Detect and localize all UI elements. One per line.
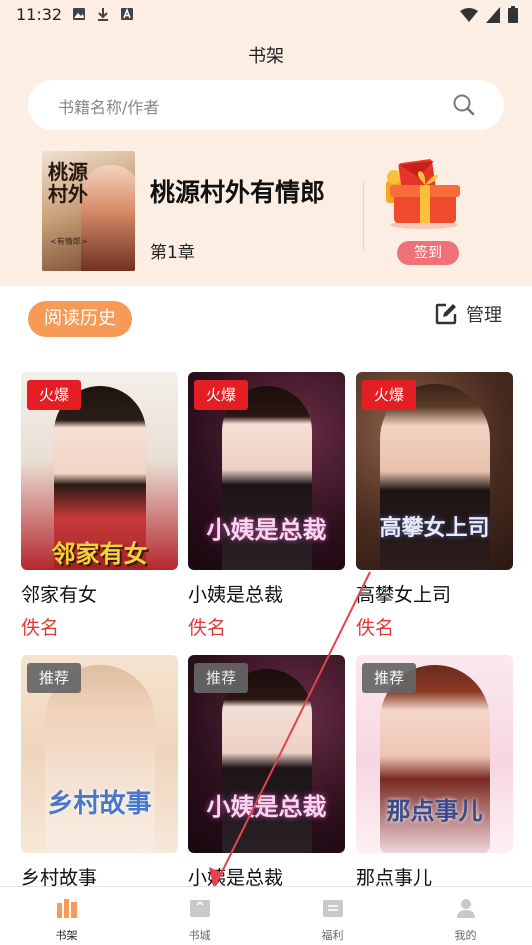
edit-icon xyxy=(435,303,457,325)
book-cover[interactable]: 小姨是总裁 火爆 xyxy=(188,372,345,570)
book-author: 佚名 xyxy=(21,617,60,639)
badge: 推荐 xyxy=(27,663,82,693)
cover-figure xyxy=(221,669,312,853)
cover-title: 小姨是总裁 xyxy=(206,792,327,821)
status-bar: 11:32 xyxy=(0,0,532,30)
page-title: 书架 xyxy=(248,46,284,67)
book-title: 小姨是总裁 xyxy=(188,584,284,606)
book-card[interactable]: 高攀女上司 火爆 高攀女上司 佚名 xyxy=(356,372,513,640)
search-input[interactable]: 书籍名称/作者 xyxy=(28,80,504,130)
tab-label: 福利 xyxy=(321,929,344,942)
cover-title: 那点事儿 xyxy=(386,796,483,825)
current-chapter: 第1章 xyxy=(150,243,195,263)
welfare-icon xyxy=(322,900,343,917)
search-placeholder: 书籍名称/作者 xyxy=(58,98,160,117)
cover-title: 小姨是总裁 xyxy=(206,515,327,544)
status-system-icons xyxy=(460,6,518,23)
search-icon[interactable] xyxy=(452,93,476,117)
book-cover[interactable]: 乡村故事 推荐 xyxy=(21,655,178,853)
manage-label: 管理 xyxy=(466,305,502,326)
tab-label: 我的 xyxy=(454,929,477,942)
cover-figure xyxy=(379,384,490,570)
download-icon xyxy=(98,8,108,21)
manage-button[interactable]: 管理 xyxy=(434,301,502,327)
cover-title: 邻家有女 xyxy=(51,539,148,568)
tab-label: 书城 xyxy=(188,929,211,942)
signal-icon xyxy=(486,6,500,23)
badge: 推荐 xyxy=(362,663,417,693)
current-cover-subtitle: <有情郎> xyxy=(50,237,88,246)
current-cover-title: 桃源村外 xyxy=(48,160,88,206)
tab-label: 书架 xyxy=(55,929,78,942)
tab-bookstore[interactable]: 书城 xyxy=(133,887,266,945)
badge: 火爆 xyxy=(27,380,82,410)
book-cover[interactable]: 邻家有女 火爆 xyxy=(21,372,178,570)
gift-icon[interactable] xyxy=(378,151,470,231)
book-title: 邻家有女 xyxy=(21,584,98,606)
book-card[interactable]: 邻家有女 火爆 邻家有女 佚名 xyxy=(21,372,178,640)
current-book-title[interactable]: 桃源村外有情郎 xyxy=(150,173,325,209)
history-button[interactable]: 阅读历史 xyxy=(28,301,132,337)
cover-figure xyxy=(44,665,155,853)
current-book-cover[interactable]: 桃源村外 <有情郎> xyxy=(42,151,135,271)
badge: 推荐 xyxy=(194,663,249,693)
wifi-icon xyxy=(460,7,478,22)
bookshelf-icon xyxy=(56,899,77,918)
tab-profile[interactable]: 我的 xyxy=(399,887,532,945)
book-card[interactable]: 小姨是总裁 推荐 小姨是总裁 xyxy=(188,655,345,890)
book-cover[interactable]: 那点事儿 推荐 xyxy=(356,655,513,853)
image-icon xyxy=(73,8,85,20)
signin-button[interactable]: 签到 xyxy=(397,241,459,265)
status-time: 11:32 xyxy=(16,5,63,24)
book-card[interactable]: 乡村故事 推荐 乡村故事 xyxy=(21,655,178,890)
font-icon xyxy=(121,7,133,20)
current-reading-card[interactable]: 桃源村外 <有情郎> 桃源村外有情郎 第1章 签到 xyxy=(42,151,502,271)
book-author: 佚名 xyxy=(356,617,395,639)
book-cover[interactable]: 小姨是总裁 推荐 xyxy=(188,655,345,853)
status-notifications xyxy=(72,7,134,21)
profile-icon xyxy=(456,899,475,918)
badge: 火爆 xyxy=(194,380,249,410)
battery-icon xyxy=(508,6,518,23)
tab-welfare[interactable]: 福利 xyxy=(266,887,399,945)
book-card[interactable]: 那点事儿 推荐 那点事儿 xyxy=(356,655,513,890)
book-card[interactable]: 小姨是总裁 火爆 小姨是总裁 佚名 xyxy=(188,372,345,640)
cover-title: 乡村故事 xyxy=(47,789,152,819)
bottom-tab-bar: 书架 书城 福利 我的 xyxy=(0,886,532,945)
divider xyxy=(363,181,364,251)
cover-title: 高攀女上司 xyxy=(379,515,490,541)
bookstore-icon xyxy=(189,900,210,917)
book-cover[interactable]: 高攀女上司 火爆 xyxy=(356,372,513,570)
book-title: 高攀女上司 xyxy=(356,584,452,606)
badge: 火爆 xyxy=(362,380,417,410)
tab-bookshelf[interactable]: 书架 xyxy=(0,887,133,945)
book-author: 佚名 xyxy=(188,617,227,639)
